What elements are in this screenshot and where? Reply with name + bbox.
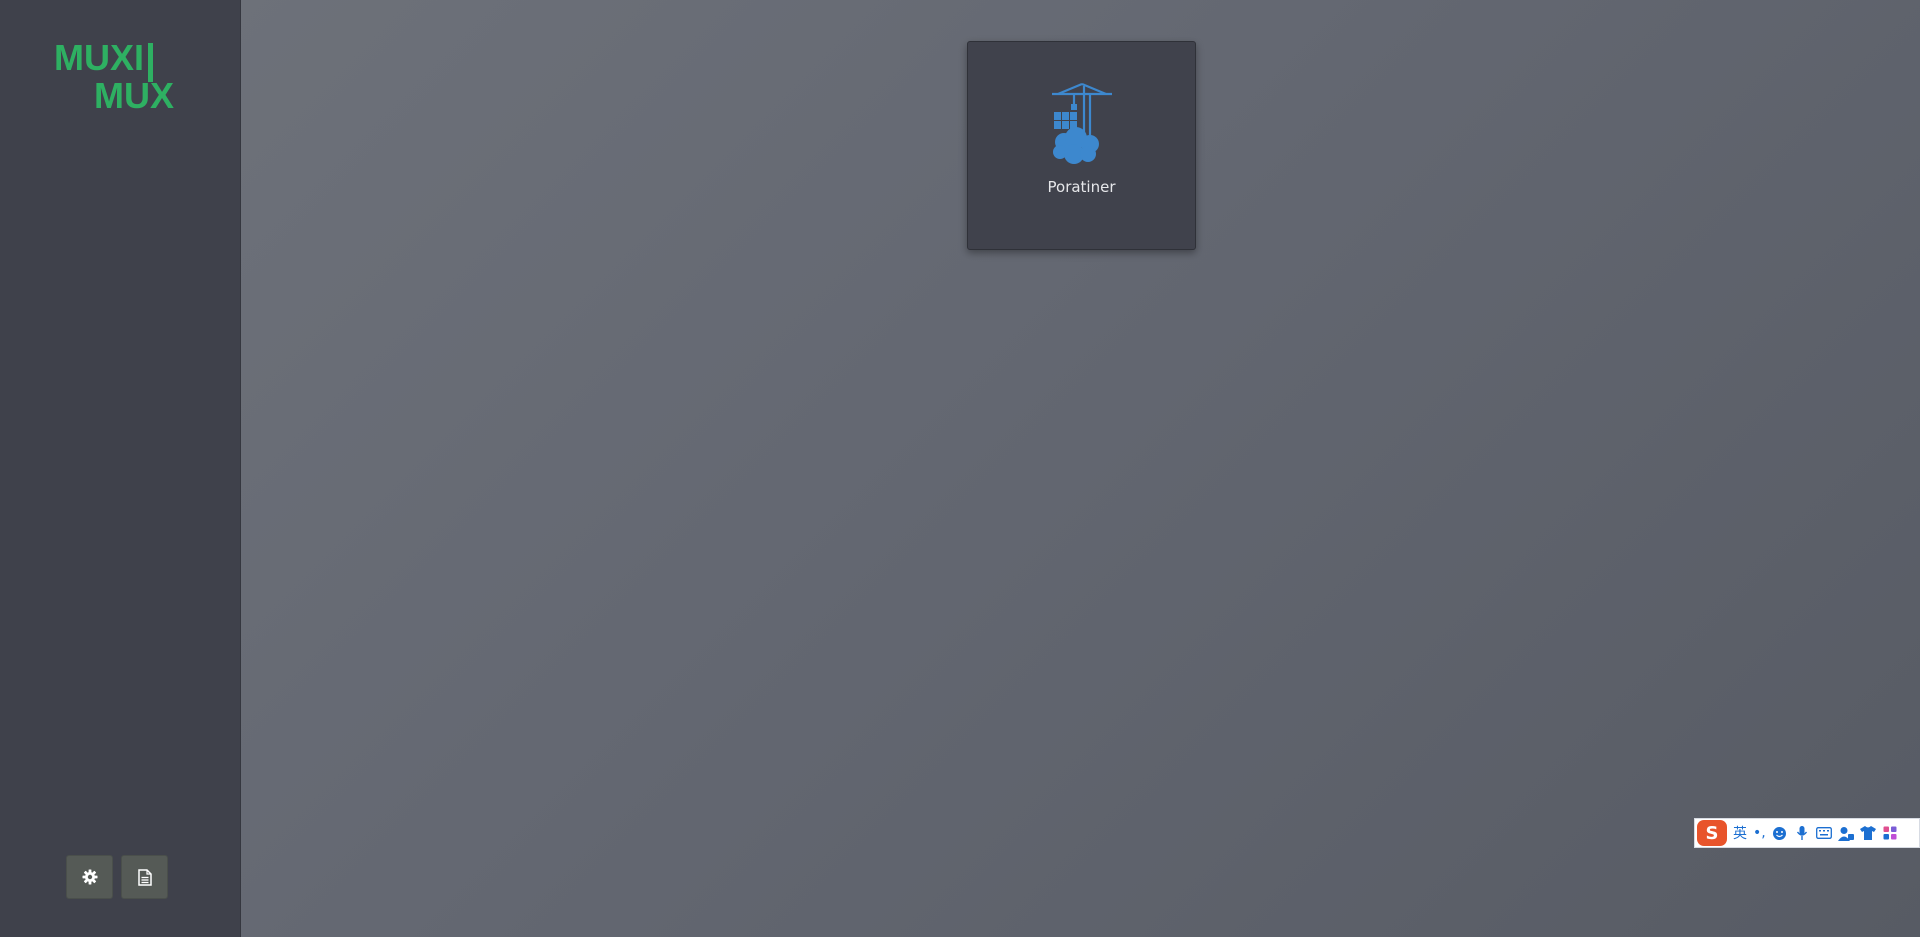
portainer-crane-icon (1052, 82, 1112, 164)
sogou-logo-icon[interactable]: S (1697, 820, 1727, 846)
emoji-icon[interactable] (1772, 825, 1788, 841)
app-label: Poratiner (1047, 178, 1116, 196)
muximux-logo[interactable]: MUXI MUX (54, 40, 186, 112)
logo-line2: MUX (94, 75, 174, 112)
log-button[interactable] (121, 855, 168, 899)
ime-toolbar: S 英 •, (1694, 818, 1920, 848)
gear-icon (82, 869, 97, 885)
logo-divider (148, 43, 153, 82)
sidebar: MUXI MUX (0, 0, 241, 937)
ime-mode-label[interactable]: 英 (1733, 823, 1747, 843)
user-icon[interactable] (1837, 825, 1854, 841)
settings-button[interactable] (66, 855, 113, 899)
logo-line1: MUXI (54, 40, 144, 78)
file-icon (137, 868, 152, 886)
keyboard-icon[interactable] (1815, 825, 1832, 841)
microphone-icon[interactable] (1794, 825, 1810, 841)
grid-icon[interactable] (1882, 825, 1898, 841)
shirt-icon[interactable] (1859, 825, 1876, 841)
ime-punctuation-label[interactable]: •, (1753, 825, 1766, 841)
sidebar-button-group (66, 855, 168, 899)
app-tile-portainer[interactable]: Poratiner (967, 41, 1196, 250)
